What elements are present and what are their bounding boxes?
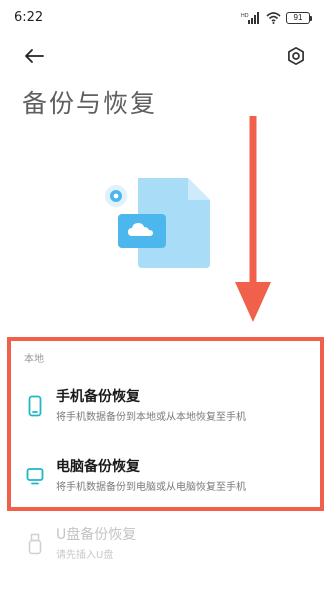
backup-illustration: [104, 172, 216, 272]
settings-icon: [288, 46, 304, 66]
arrow-down-icon: [235, 116, 271, 322]
phone-backup-description: 将手机数据备份到本地或从本地恢复至手机: [56, 412, 246, 423]
usb-backup-description: 请先插入U盘: [56, 550, 114, 561]
back-arrow-icon: [25, 49, 44, 63]
monitor-icon: [26, 464, 44, 488]
signal-icon: HD: [241, 12, 259, 24]
computer-backup-description: 将手机数据备份到电脑或从电脑恢复至手机: [56, 482, 246, 493]
phone-backup-title: 手机备份恢复: [56, 389, 140, 405]
status-time: 6:22: [14, 10, 44, 25]
battery-icon: 91: [286, 12, 312, 24]
settings-button[interactable]: [282, 42, 310, 70]
usb-backup-title: U盘备份恢复: [56, 527, 137, 543]
usb-backup-option[interactable]: U盘备份恢复 请先插入U盘: [0, 524, 328, 576]
backup-file-illustration: [105, 178, 210, 268]
svg-text:HD: HD: [241, 13, 249, 19]
annotation-arrow: [233, 116, 273, 328]
page-title: 备份与恢复: [22, 89, 158, 118]
usb-drive-icon: [26, 532, 44, 556]
phone-backup-option[interactable]: 手机备份恢复 将手机数据备份到本地或从本地恢复至手机: [0, 386, 328, 438]
section-label-local: 本地: [24, 354, 44, 365]
battery-level: 91: [286, 12, 310, 24]
computer-backup-title: 电脑备份恢复: [56, 459, 140, 475]
wifi-icon: [266, 12, 281, 24]
computer-backup-option[interactable]: 电脑备份恢复 将手机数据备份到电脑或从电脑恢复至手机: [0, 456, 328, 508]
status-bar: 6:22 HD 91: [0, 0, 328, 36]
status-icons: HD 91: [241, 11, 312, 25]
phone-icon: [26, 394, 44, 418]
header: [0, 36, 328, 76]
back-button[interactable]: [20, 42, 48, 70]
